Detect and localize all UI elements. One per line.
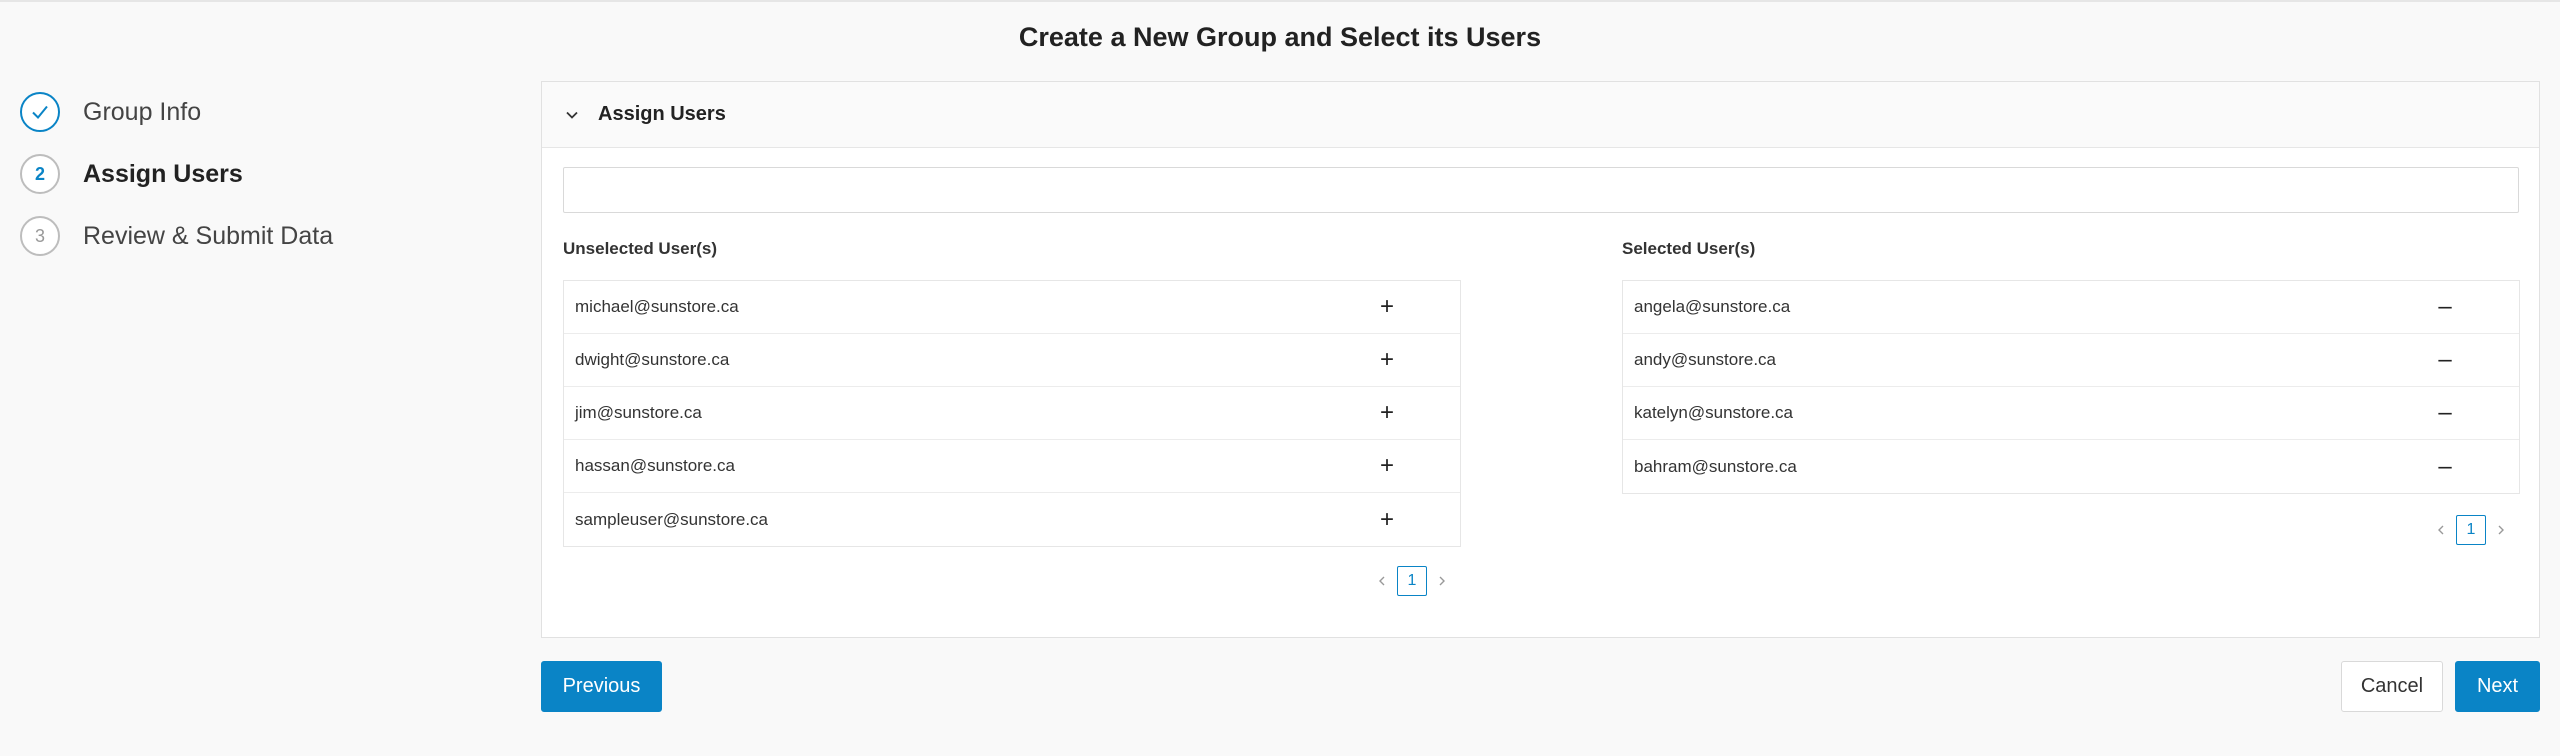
step-label: Review & Submit Data — [83, 221, 334, 250]
user-email: michael@sunstore.ca — [575, 297, 739, 316]
list-item: katelyn@sunstore.ca – — [1623, 387, 2519, 440]
panel-title: Assign Users — [598, 103, 726, 125]
user-email: dwight@sunstore.ca — [575, 350, 730, 369]
user-email: angela@sunstore.ca — [1634, 297, 1791, 316]
list-item: andy@sunstore.ca – — [1623, 334, 2519, 387]
page-title: Create a New Group and Select its Users — [1018, 22, 1542, 52]
chevron-right-icon[interactable] — [1432, 566, 1452, 596]
panel-header[interactable]: Assign Users — [542, 82, 2539, 148]
chevron-right-icon[interactable] — [2491, 515, 2511, 545]
checkmark-icon — [20, 92, 60, 132]
user-email: bahram@sunstore.ca — [1634, 456, 1797, 476]
list-item: jim@sunstore.ca + — [564, 387, 1460, 440]
page-number[interactable]: 1 — [1397, 566, 1427, 596]
add-user-button[interactable]: + — [1373, 452, 1401, 480]
page-number[interactable]: 1 — [2456, 515, 2486, 545]
list-item: dwight@sunstore.ca + — [564, 334, 1460, 387]
remove-user-button[interactable]: – — [2431, 453, 2459, 481]
list-item: angela@sunstore.ca – — [1623, 281, 2519, 334]
step-review-submit[interactable]: 3 Review & Submit Data — [20, 216, 333, 256]
step-label: Group Info — [83, 97, 202, 126]
list-item: sampleuser@sunstore.ca + — [564, 493, 1460, 546]
user-email: jim@sunstore.ca — [575, 403, 702, 422]
list-item: michael@sunstore.ca + — [564, 281, 1460, 334]
add-user-button[interactable]: + — [1373, 399, 1401, 427]
user-email: hassan@sunstore.ca — [575, 456, 735, 475]
top-divider — [0, 0, 2560, 2]
add-user-button[interactable]: + — [1373, 346, 1401, 374]
step-group-info[interactable]: Group Info — [20, 92, 201, 132]
next-button[interactable]: Next — [2455, 661, 2540, 712]
unselected-users-title: Unselected User(s) — [563, 239, 718, 258]
chevron-down-icon[interactable] — [562, 105, 582, 125]
list-item: bahram@sunstore.ca – — [1623, 440, 2519, 493]
remove-user-button[interactable]: – — [2431, 399, 2459, 427]
assign-users-panel: Assign Users Unselected User(s) Selected… — [541, 81, 2540, 638]
unselected-pagination: 1 — [1372, 566, 1452, 596]
add-user-button[interactable]: + — [1373, 293, 1401, 321]
add-user-button[interactable]: + — [1373, 506, 1401, 534]
remove-user-button[interactable]: – — [2431, 293, 2459, 321]
previous-button[interactable]: Previous — [541, 661, 662, 712]
user-email: sampleuser@sunstore.ca — [575, 509, 769, 529]
step-assign-users[interactable]: 2 Assign Users — [20, 154, 243, 194]
user-email: katelyn@sunstore.ca — [1634, 403, 1794, 422]
selected-users-list: angela@sunstore.ca – andy@sunstore.ca – … — [1622, 280, 2520, 494]
cancel-button[interactable]: Cancel — [2341, 661, 2443, 712]
chevron-left-icon[interactable] — [2431, 515, 2451, 545]
list-item: hassan@sunstore.ca + — [564, 440, 1460, 493]
remove-user-button[interactable]: – — [2431, 346, 2459, 374]
user-search-input[interactable] — [563, 167, 2519, 213]
unselected-users-list: michael@sunstore.ca + dwight@sunstore.ca… — [563, 280, 1461, 547]
user-email: andy@sunstore.ca — [1634, 350, 1777, 369]
step-label: Assign Users — [83, 159, 243, 188]
selected-users-title: Selected User(s) — [1622, 239, 1756, 258]
step-number: 3 — [20, 216, 60, 256]
chevron-left-icon[interactable] — [1372, 566, 1392, 596]
selected-pagination: 1 — [2431, 515, 2511, 545]
step-number: 2 — [20, 154, 60, 194]
